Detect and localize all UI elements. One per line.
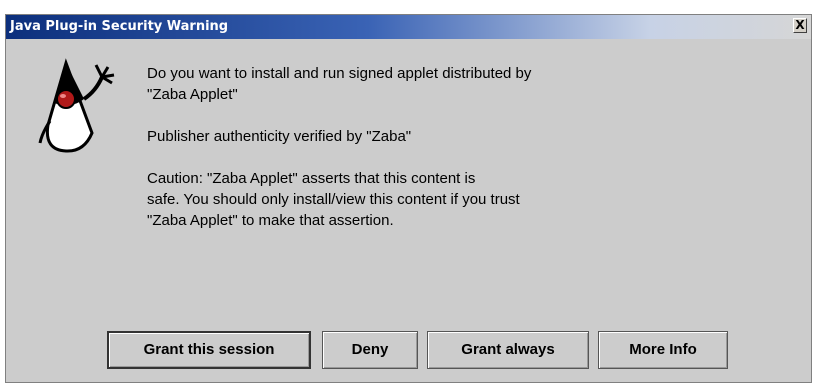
- duke-mascot-icon: [38, 58, 115, 153]
- dialog-title: Java Plug-in Security Warning: [10, 19, 229, 34]
- grant-always-button[interactable]: Grant always: [427, 331, 589, 369]
- warning-message: Do you want to install and run signed ap…: [147, 63, 707, 252]
- publisher-verified-text: Publisher authenticity verified by "Zaba…: [147, 128, 412, 145]
- caution-text: Caution: "Zaba Applet" asserts that this…: [147, 170, 520, 229]
- deny-button[interactable]: Deny: [322, 331, 418, 369]
- dialog-titlebar[interactable]: Java Plug-in Security Warning X: [6, 15, 811, 39]
- install-question-text: Do you want to install and run signed ap…: [147, 65, 532, 103]
- grant-this-session-button[interactable]: Grant this session: [107, 331, 311, 369]
- close-button[interactable]: X: [793, 18, 807, 33]
- more-info-button[interactable]: More Info: [598, 331, 728, 369]
- security-warning-dialog: Java Plug-in Security Warning X Do you w…: [5, 14, 812, 383]
